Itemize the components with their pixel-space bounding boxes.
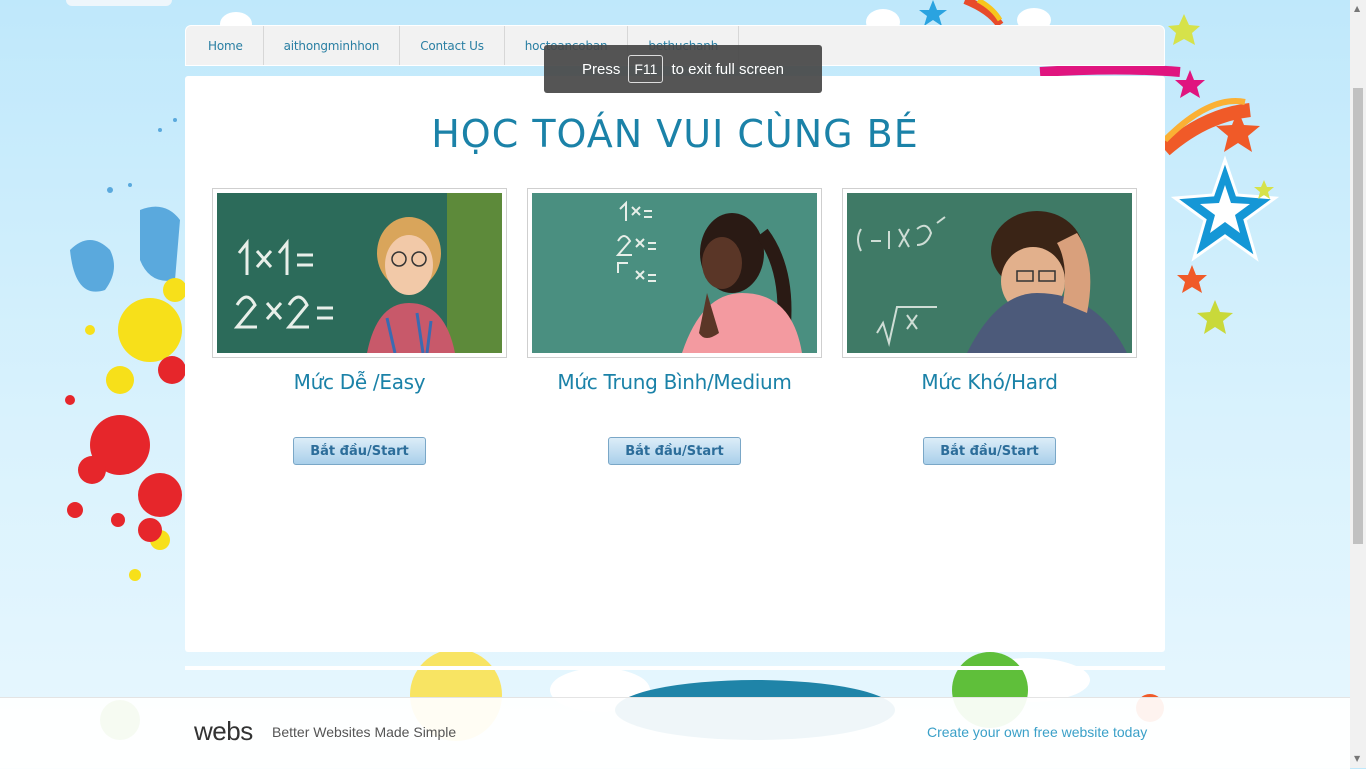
start-button-hard[interactable]: Bắt đầu/Start — [923, 437, 1056, 465]
level-card-easy: Mức Dễ /Easy Bắt đầu/Start — [212, 188, 507, 465]
start-button-easy[interactable]: Bắt đầu/Start — [293, 437, 426, 465]
main-content-panel: HỌC TOÁN VUI CÙNG BÉ Mức Dễ /Easy Bắt đầ… — [185, 76, 1165, 652]
content-divider — [185, 666, 1165, 670]
fullscreen-exit-toast: Press F11 to exit full screen — [544, 45, 822, 93]
webs-footer-bar: webs Better Websites Made Simple Create … — [0, 697, 1350, 769]
photo-frame — [212, 188, 507, 358]
scroll-up-arrow-icon[interactable]: ▲ — [1354, 4, 1360, 13]
level-label-hard: Mức Khó/Hard — [921, 370, 1058, 394]
top-pill-decoration — [66, 0, 172, 6]
boy-frustrated-at-chalkboard-photo[interactable] — [847, 193, 1132, 353]
f11-key-badge: F11 — [628, 55, 664, 83]
level-label-easy: Mức Dễ /Easy — [293, 370, 426, 394]
level-label-medium: Mức Trung Bình/Medium — [557, 370, 792, 394]
nav-item-home[interactable]: Home — [186, 26, 264, 65]
page-title: HỌC TOÁN VUI CÙNG BÉ — [431, 112, 919, 156]
photo-frame — [842, 188, 1137, 358]
webs-logo[interactable]: webs — [194, 716, 253, 747]
level-card-medium: Mức Trung Bình/Medium Bắt đầu/Start — [527, 188, 822, 465]
nav-item-contact-us[interactable]: Contact Us — [400, 26, 505, 65]
boy-at-chalkboard-photo[interactable] — [217, 193, 502, 353]
footer-tagline: Better Websites Made Simple — [272, 724, 457, 740]
vertical-scrollbar[interactable]: ▲ ▼ — [1350, 0, 1366, 768]
nav-item-aithongminhhon[interactable]: aithongminhhon — [264, 26, 401, 65]
level-card-hard: Mức Khó/Hard Bắt đầu/Start — [842, 188, 1137, 465]
start-button-medium[interactable]: Bắt đầu/Start — [608, 437, 741, 465]
scroll-down-arrow-icon[interactable]: ▼ — [1354, 754, 1360, 763]
create-website-link[interactable]: Create your own free website today — [927, 724, 1147, 740]
scrollbar-thumb[interactable] — [1353, 88, 1363, 544]
toast-text-after: to exit full screen — [671, 60, 784, 78]
girl-thinking-at-chalkboard-photo[interactable] — [532, 193, 817, 353]
toast-text-before: Press — [582, 60, 621, 78]
photo-frame — [527, 188, 822, 358]
